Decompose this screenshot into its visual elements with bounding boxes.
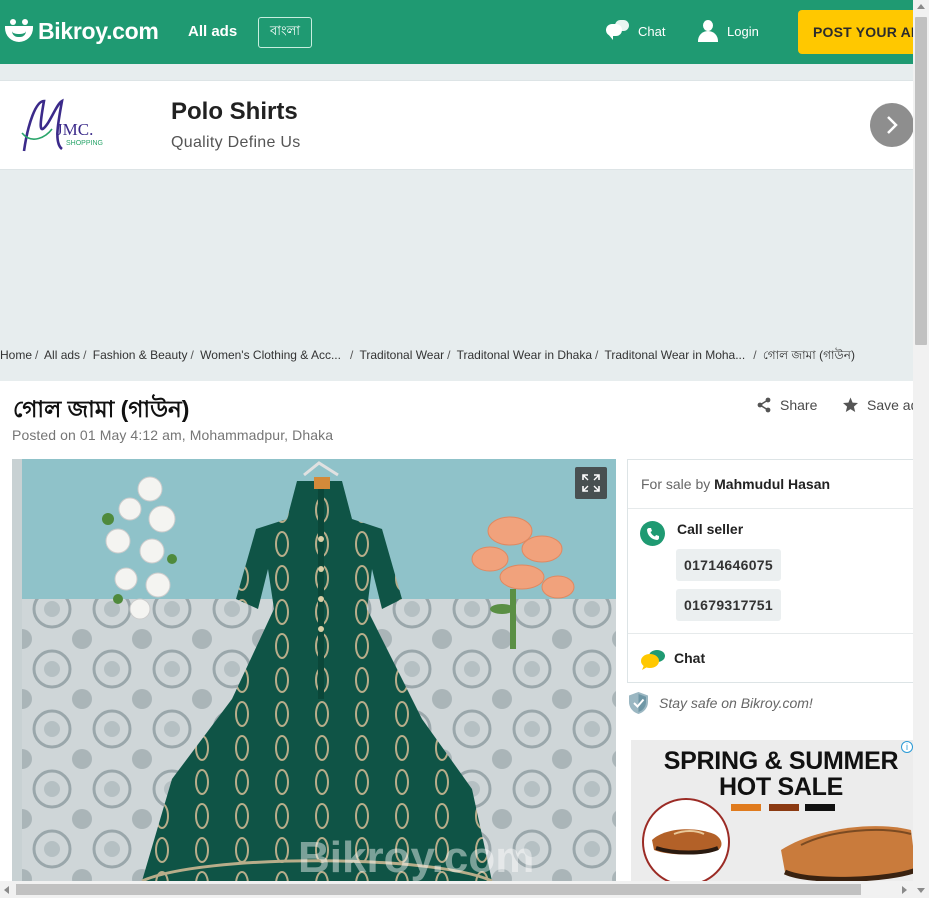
expand-icon <box>582 474 600 492</box>
ad-title: গোল জামা (গাউন) <box>13 396 190 422</box>
star-icon <box>843 397 858 412</box>
nav-chat-link[interactable]: Chat <box>606 20 665 42</box>
breadcrumb: Home / All ads / Fashion & Beauty / Women's… <box>0 348 855 362</box>
promo-headline-1: SPRING & SUMMER <box>663 747 899 775</box>
breadcrumb-all-ads[interactable]: All ads <box>44 348 80 362</box>
phone-icon <box>640 521 665 546</box>
chat-seller-button[interactable]: Chat <box>628 634 916 682</box>
photo-watermark: Bikroy.com <box>298 833 535 881</box>
shop-subtitle: Quality Define Us <box>171 134 301 151</box>
seller-name[interactable]: Mahmudul Hasan <box>714 476 830 492</box>
call-seller-section: Call seller 01714646075 01679317751 <box>628 509 916 634</box>
posted-info: Posted on 01 May 4:12 am, Mohammadpur, D… <box>12 427 334 443</box>
breadcrumb-womens-clothing[interactable]: Women's Clothing & Acc... <box>200 348 341 362</box>
vertical-scrollbar[interactable] <box>913 0 929 898</box>
vertical-scroll-thumb[interactable] <box>915 17 927 345</box>
breadcrumb-home[interactable]: Home <box>0 348 32 362</box>
seller-prefix: For sale by <box>641 476 711 492</box>
promo-shoe-circle <box>642 798 730 881</box>
promo-swatch-orange <box>731 804 761 811</box>
horizontal-scroll-thumb[interactable] <box>16 884 861 895</box>
chat-label: Chat <box>674 650 706 666</box>
shop-logo-subtext: SHOPPING <box>66 140 103 147</box>
shop-title[interactable]: Polo Shirts <box>171 98 298 126</box>
nav-login-label: Login <box>727 23 759 39</box>
call-seller-label: Call seller <box>677 521 744 537</box>
shield-check-icon <box>629 692 648 714</box>
horizontal-scrollbar[interactable] <box>0 881 913 898</box>
save-ad-button[interactable]: Save ad <box>842 397 918 413</box>
breadcrumb-current: গোল জামা (গাউন) <box>762 348 855 362</box>
nav-chat-label: Chat <box>638 23 666 39</box>
share-button[interactable]: Share <box>756 397 817 413</box>
post-your-ad-button[interactable]: POST YOUR AD <box>798 10 929 54</box>
seller-card: For sale by Mahmudul Hasan Call seller 0… <box>627 459 917 683</box>
shop-logo-text: JMC. <box>56 120 93 139</box>
phone-number-2[interactable]: 01679317751 <box>676 589 781 621</box>
bikroy-logo[interactable]: Bikroy.com <box>4 16 159 46</box>
shoe-icon <box>652 829 722 855</box>
logo-text: Bikroy.com <box>38 17 159 44</box>
save-ad-label: Save ad <box>867 397 919 413</box>
scroll-right-arrow-icon[interactable] <box>902 886 907 894</box>
breadcrumb-traditional-wear-moha[interactable]: Traditonal Wear in Moha... <box>604 348 745 362</box>
shop-logo[interactable]: JMC. SHOPPING <box>18 93 118 159</box>
stay-safe-link[interactable]: Stay safe on Bikroy.com! <box>628 691 813 715</box>
stay-safe-label: Stay safe on Bikroy.com! <box>659 695 813 711</box>
seller-name-row: For sale by Mahmudul Hasan <box>628 460 916 509</box>
breadcrumb-fashion-beauty[interactable]: Fashion & Beauty <box>93 348 188 362</box>
bikroy-logo-icon <box>4 16 34 46</box>
promo-headline-2: HOT SALE <box>719 773 843 801</box>
banner-next-button[interactable] <box>870 103 914 147</box>
nav-all-ads-link[interactable]: All ads <box>188 23 237 40</box>
ad-photo[interactable] <box>22 459 616 881</box>
image-gallery[interactable]: Bikroy.com <box>12 459 616 881</box>
language-toggle-button[interactable]: বাংলা <box>258 17 312 48</box>
chat-bubbles-icon <box>606 20 630 42</box>
expand-fullscreen-button[interactable] <box>575 467 607 499</box>
breadcrumb-traditional-wear[interactable]: Traditonal Wear <box>359 348 444 362</box>
chat-bubbles-icon <box>641 650 665 670</box>
scroll-left-arrow-icon[interactable] <box>4 886 9 894</box>
promo-shoes-image <box>781 826 913 881</box>
ad-detail-panel: গোল জামা (গাউন) Posted on 01 May 4:12 am… <box>0 381 918 881</box>
ad-info-icon[interactable]: i <box>901 741 913 753</box>
nav-login-link[interactable]: Login <box>697 20 759 42</box>
share-label: Share <box>780 397 818 413</box>
share-icon <box>757 397 771 413</box>
promo-advertisement[interactable]: SPRING & SUMMER HOT SALE i <box>631 740 913 881</box>
chevron-right-icon <box>887 116 898 134</box>
shop-banner[interactable]: JMC. SHOPPING Polo Shirts Quality Define… <box>0 80 914 170</box>
breadcrumb-traditional-wear-dhaka[interactable]: Traditonal Wear in Dhaka <box>457 348 592 362</box>
scroll-up-arrow-icon[interactable] <box>917 4 925 9</box>
phone-number-1[interactable]: 01714646075 <box>676 549 781 581</box>
top-navbar: Bikroy.com All ads বাংলা Chat Login POST… <box>0 0 929 64</box>
scroll-down-arrow-icon[interactable] <box>917 888 925 893</box>
user-icon <box>697 20 719 42</box>
